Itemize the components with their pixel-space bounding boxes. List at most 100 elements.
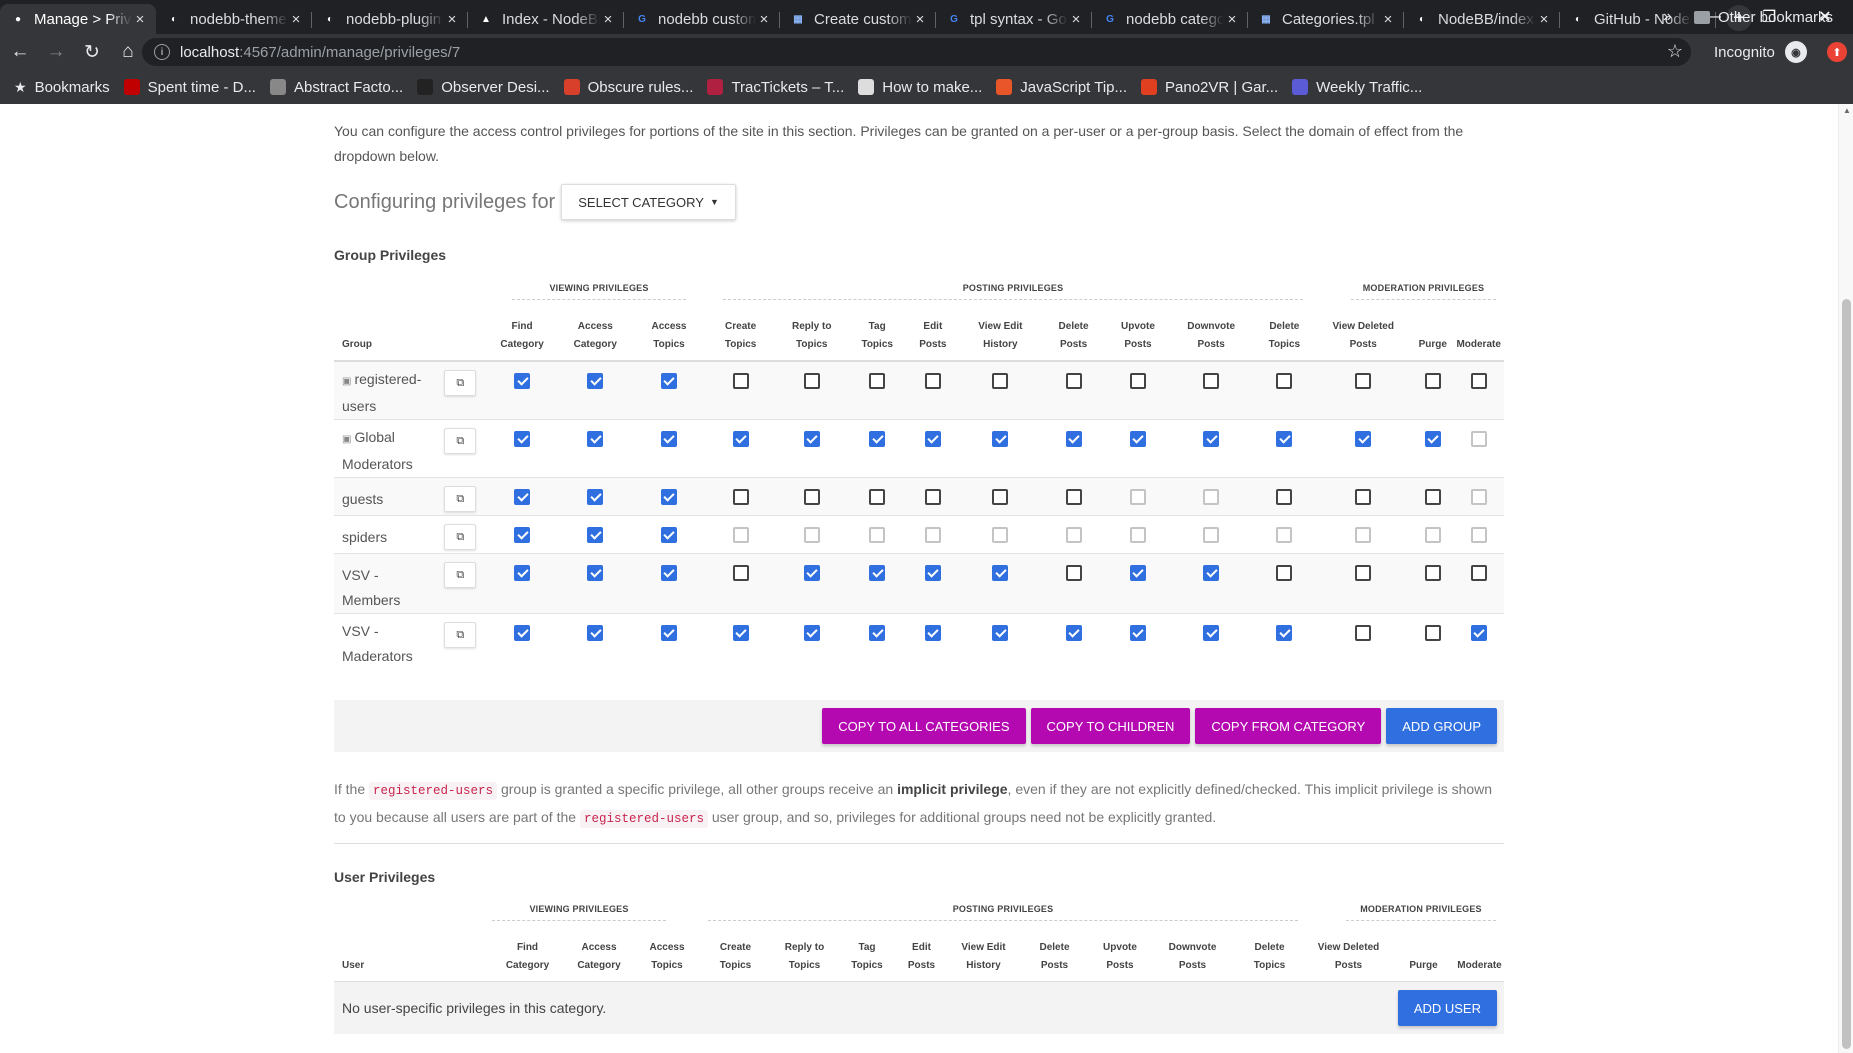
close-tab-icon[interactable]: × <box>1224 11 1240 28</box>
browser-tab[interactable]: ▦ Categories.tpl × <box>1248 4 1404 34</box>
bookmark-item[interactable]: How to make... <box>858 79 982 96</box>
privilege-checkbox[interactable] <box>514 489 531 505</box>
privilege-checkbox[interactable] <box>1355 373 1372 389</box>
copy-from-category-button[interactable]: Copy from Category <box>1195 708 1382 744</box>
privilege-checkbox[interactable] <box>1470 373 1487 389</box>
other-bookmarks[interactable]: Other bookmarks <box>1694 0 1833 34</box>
close-tab-icon[interactable]: × <box>1068 11 1084 28</box>
browser-tab[interactable]: ◐ nodebb-theme × <box>156 4 312 34</box>
privilege-checkbox[interactable] <box>514 625 531 641</box>
address-bar[interactable]: i localhost:4567/admin/manage/privileges… <box>142 38 1691 66</box>
copy-privileges-button[interactable]: ⧉ <box>444 486 477 512</box>
privilege-checkbox[interactable] <box>1203 625 1220 641</box>
privilege-checkbox[interactable] <box>514 527 531 543</box>
privilege-checkbox[interactable] <box>869 565 886 581</box>
privilege-checkbox[interactable] <box>803 489 820 505</box>
privilege-checkbox[interactable] <box>803 431 820 447</box>
privilege-checkbox[interactable] <box>1065 431 1082 447</box>
privilege-checkbox[interactable] <box>924 431 941 447</box>
privilege-checkbox[interactable] <box>1065 489 1082 505</box>
privilege-checkbox[interactable] <box>660 527 677 543</box>
incognito-indicator[interactable]: Incognito ◉ <box>1714 34 1807 70</box>
privilege-checkbox[interactable] <box>924 489 941 505</box>
privilege-checkbox[interactable] <box>1203 431 1220 447</box>
privilege-checkbox[interactable] <box>992 431 1009 447</box>
privilege-checkbox[interactable] <box>732 565 749 581</box>
browser-tab[interactable]: ● Manage > Privileges× <box>0 4 156 34</box>
close-tab-icon[interactable]: × <box>1536 11 1552 28</box>
privilege-checkbox[interactable] <box>660 431 677 447</box>
privilege-checkbox[interactable] <box>1129 565 1146 581</box>
privilege-checkbox[interactable] <box>1129 373 1146 389</box>
privilege-checkbox[interactable] <box>869 489 886 505</box>
close-tab-icon[interactable]: × <box>444 11 460 28</box>
browser-menu-icon[interactable]: ⬆ <box>1827 42 1847 62</box>
close-tab-icon[interactable]: × <box>912 11 928 28</box>
privilege-checkbox[interactable] <box>1203 565 1220 581</box>
privilege-checkbox[interactable] <box>1355 565 1372 581</box>
privilege-checkbox[interactable] <box>992 625 1009 641</box>
privilege-checkbox[interactable] <box>587 527 604 543</box>
copy-to-children-button[interactable]: Copy to Children <box>1030 708 1191 744</box>
browser-tab[interactable]: ◐ NodeBB/index × <box>1404 4 1560 34</box>
forward-icon[interactable]: → <box>40 41 72 63</box>
privilege-checkbox[interactable] <box>1355 625 1372 641</box>
privilege-checkbox[interactable] <box>587 625 604 641</box>
privilege-checkbox[interactable] <box>732 431 749 447</box>
site-info-icon[interactable]: i <box>154 44 170 60</box>
privilege-checkbox[interactable] <box>587 489 604 505</box>
privilege-checkbox[interactable] <box>1355 489 1372 505</box>
privilege-checkbox[interactable] <box>587 373 604 389</box>
reload-icon[interactable]: ↻ <box>76 41 108 64</box>
privilege-checkbox[interactable] <box>1276 625 1293 641</box>
bookmark-star-icon[interactable]: ☆ <box>1667 41 1683 62</box>
copy-privileges-button[interactable]: ⧉ <box>444 370 477 396</box>
close-tab-icon[interactable]: × <box>600 11 616 28</box>
privilege-checkbox[interactable] <box>1470 625 1487 641</box>
privilege-checkbox[interactable] <box>1470 565 1487 581</box>
privilege-checkbox[interactable] <box>924 373 941 389</box>
bookmark-item[interactable]: Weekly Traffic... <box>1292 79 1422 96</box>
add-user-button[interactable]: Add User <box>1397 990 1497 1026</box>
copy-privileges-button[interactable]: ⧉ <box>444 524 477 550</box>
privilege-checkbox[interactable] <box>514 431 531 447</box>
privilege-checkbox[interactable] <box>732 625 749 641</box>
privilege-checkbox[interactable] <box>660 373 677 389</box>
close-tab-icon[interactable]: × <box>132 11 148 28</box>
privilege-checkbox[interactable] <box>869 373 886 389</box>
privilege-checkbox[interactable] <box>924 625 941 641</box>
browser-tab[interactable]: ▲ Index - NodeBB × <box>468 4 624 34</box>
privilege-checkbox[interactable] <box>1129 431 1146 447</box>
copy-privileges-button[interactable]: ⧉ <box>444 428 477 454</box>
privilege-checkbox[interactable] <box>660 625 677 641</box>
bookmark-item[interactable]: Abstract Facto... <box>269 79 403 96</box>
privilege-checkbox[interactable] <box>1424 373 1441 389</box>
privilege-checkbox[interactable] <box>803 373 820 389</box>
privilege-checkbox[interactable] <box>1065 373 1082 389</box>
privilege-checkbox[interactable] <box>1424 625 1441 641</box>
privilege-checkbox[interactable] <box>732 373 749 389</box>
privilege-checkbox[interactable] <box>1276 373 1293 389</box>
privilege-checkbox[interactable] <box>1424 565 1441 581</box>
close-tab-icon[interactable]: × <box>756 11 772 28</box>
close-tab-icon[interactable]: × <box>1380 11 1396 28</box>
privilege-checkbox[interactable] <box>1065 625 1082 641</box>
more-bookmarks-icon[interactable]: » <box>1663 8 1672 26</box>
copy-privileges-button[interactable]: ⧉ <box>444 622 477 648</box>
privilege-checkbox[interactable] <box>732 489 749 505</box>
privilege-checkbox[interactable] <box>1424 489 1441 505</box>
privilege-checkbox[interactable] <box>587 565 604 581</box>
copy-privileges-button[interactable]: ⧉ <box>444 562 477 588</box>
privilege-checkbox[interactable] <box>1276 431 1293 447</box>
back-icon[interactable]: ← <box>4 41 36 63</box>
privilege-checkbox[interactable] <box>803 565 820 581</box>
privilege-checkbox[interactable] <box>992 489 1009 505</box>
privilege-checkbox[interactable] <box>803 625 820 641</box>
bookmark-item[interactable]: JavaScript Tip... <box>996 79 1127 96</box>
browser-tab[interactable]: Gnodebb custom × <box>624 4 780 34</box>
privilege-checkbox[interactable] <box>1276 565 1293 581</box>
privilege-checkbox[interactable] <box>1065 565 1082 581</box>
bookmark-item[interactable]: Spent time - D... <box>123 79 256 96</box>
copy-to-all-categories-button[interactable]: Copy to all Categories <box>822 708 1026 744</box>
privilege-checkbox[interactable] <box>924 565 941 581</box>
